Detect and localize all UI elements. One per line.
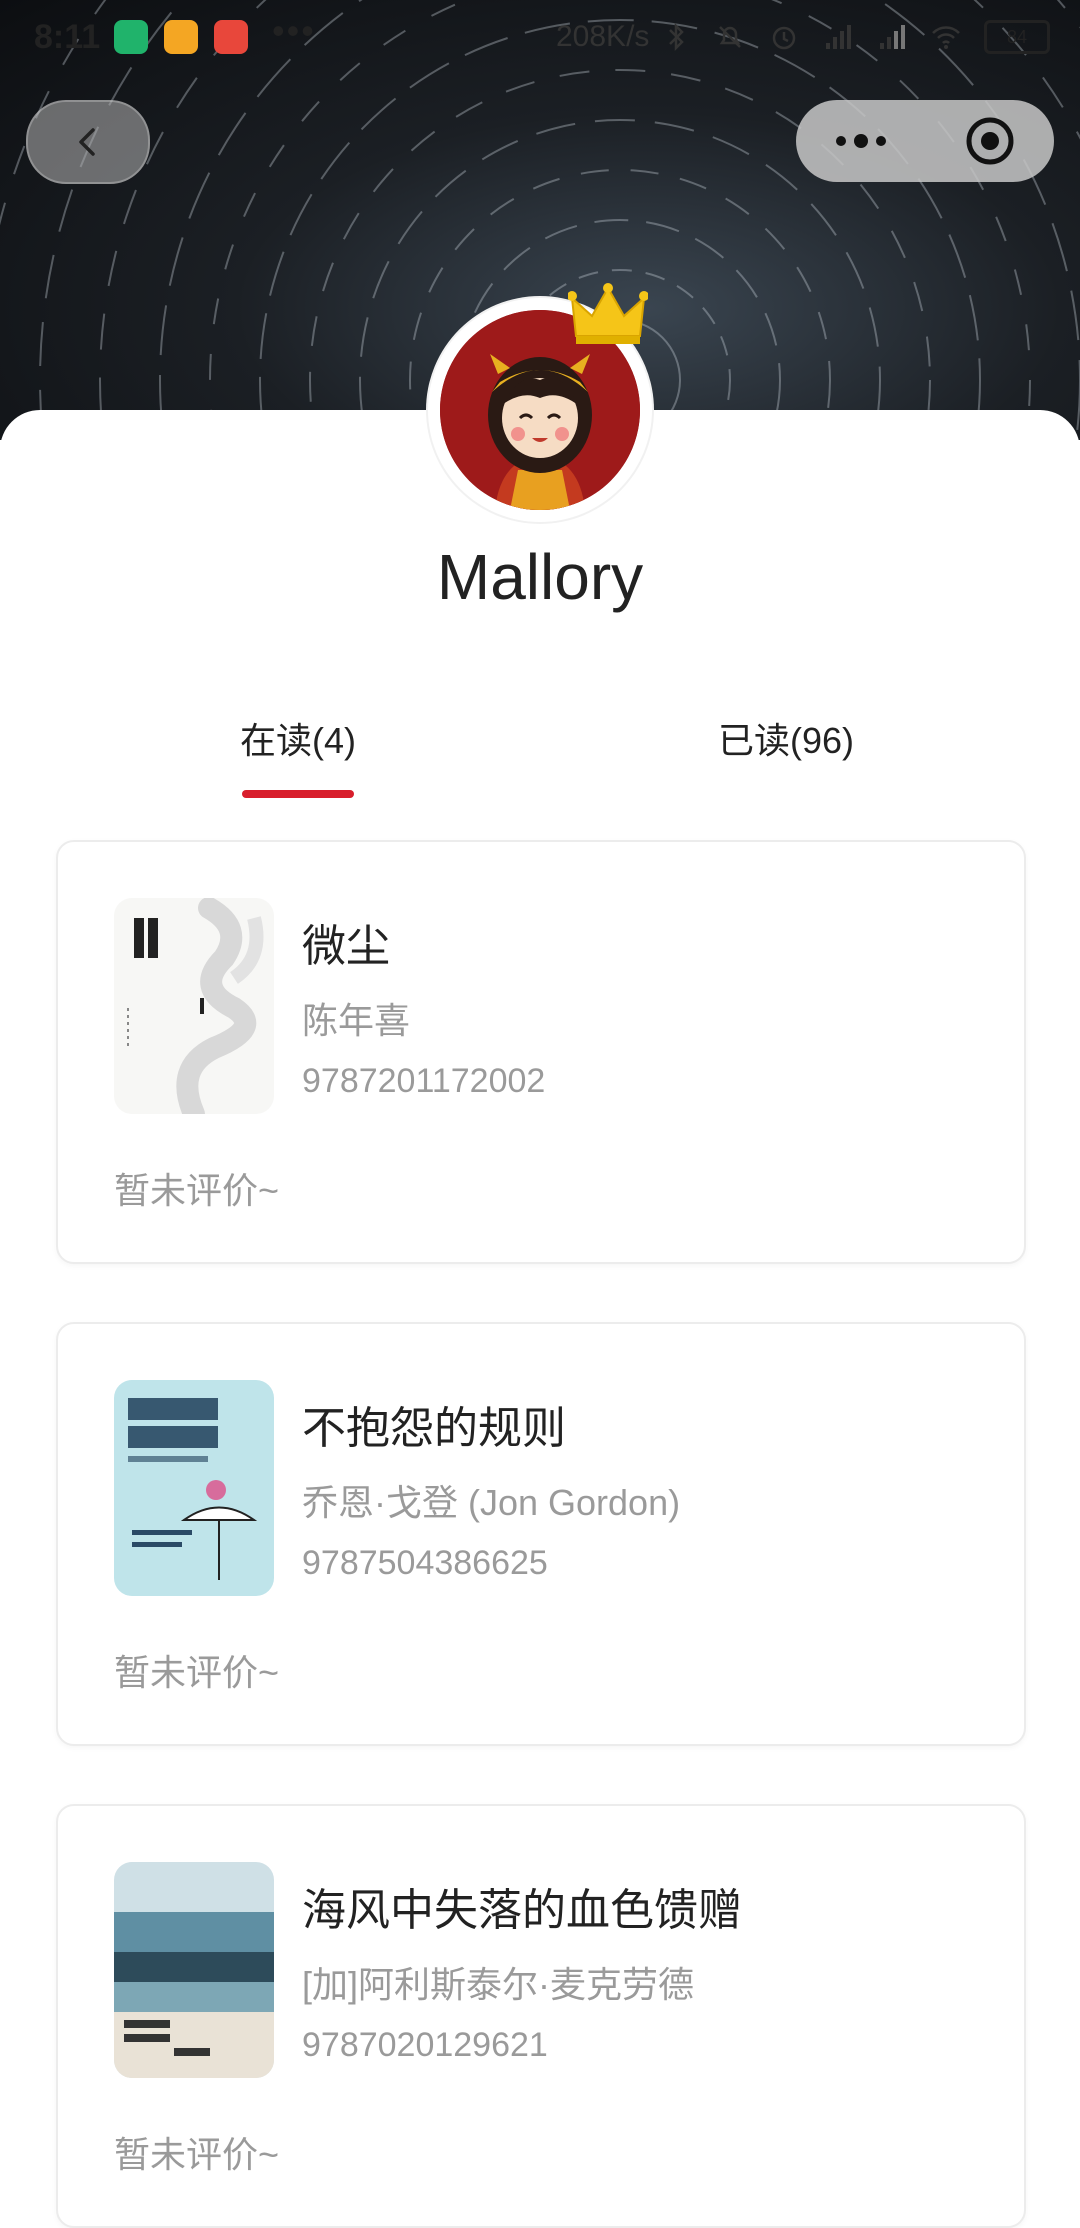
book-review: 暂未评价~ xyxy=(114,1170,280,1211)
book-author: 乔恩·戈登 (Jon Gordon) xyxy=(302,1482,681,1523)
book-author: [加]阿利斯泰尔·麦克劳德 xyxy=(302,1964,694,2005)
chevron-left-icon xyxy=(79,128,95,156)
shield-app-icon xyxy=(114,20,148,54)
miniprogram-capsule xyxy=(796,100,1054,182)
active-tab-indicator xyxy=(242,790,354,798)
signal-icon xyxy=(826,25,851,49)
more-dots-icon xyxy=(835,134,886,148)
flower-app-icon xyxy=(214,20,248,54)
book-cover xyxy=(114,898,274,1114)
book-review: 暂未评价~ xyxy=(114,2134,280,2175)
bluetooth-icon xyxy=(669,22,684,52)
book-card[interactable]: 微尘 陈年喜 9787201172002 暂未评价~ xyxy=(56,840,1026,1264)
book-title: 微尘 xyxy=(302,922,390,971)
status-bar: 8:11 ••• 208K/s 84 xyxy=(0,0,1080,76)
battery-indicator: 84 xyxy=(984,20,1050,54)
close-miniprogram-button[interactable] xyxy=(925,115,1054,167)
book-card[interactable]: 海风中失落的血色馈赠 [加]阿利斯泰尔·麦克劳德 9787020129621 暂… xyxy=(56,1804,1026,2228)
network-speed: 208K/s xyxy=(556,20,650,53)
crown-icon xyxy=(568,283,648,344)
status-time: 8:11 xyxy=(34,18,101,56)
signal-2-icon xyxy=(880,25,905,49)
book-cover xyxy=(114,1862,274,2078)
username: Mallory xyxy=(436,541,644,613)
book-cover xyxy=(114,1380,274,1596)
book-card[interactable]: 不抱怨的规则 乔恩·戈登 (Jon Gordon) 9787504386625 … xyxy=(56,1322,1026,1746)
book-title: 不抱怨的规则 xyxy=(302,1404,566,1453)
wifi-icon xyxy=(932,26,960,49)
target-circle-icon xyxy=(966,117,1013,165)
book-title: 海风中失落的血色馈赠 xyxy=(302,1886,742,1935)
tab-read[interactable]: 已读(96) xyxy=(718,712,854,764)
book-isbn: 9787020129621 xyxy=(302,2026,548,2064)
book-review: 暂未评价~ xyxy=(114,1652,280,1693)
book-isbn: 9787201172002 xyxy=(302,1062,546,1100)
back-button[interactable] xyxy=(26,100,150,184)
status-more-dots: ••• xyxy=(272,10,316,51)
notes-app-icon xyxy=(164,20,198,54)
book-author: 陈年喜 xyxy=(302,1000,411,1041)
book-isbn: 9787504386625 xyxy=(302,1544,548,1582)
more-menu-button[interactable] xyxy=(796,129,925,153)
tab-reading[interactable]: 在读(4) xyxy=(240,712,356,764)
alarm-icon xyxy=(772,26,796,50)
mute-bell-icon xyxy=(719,26,741,48)
